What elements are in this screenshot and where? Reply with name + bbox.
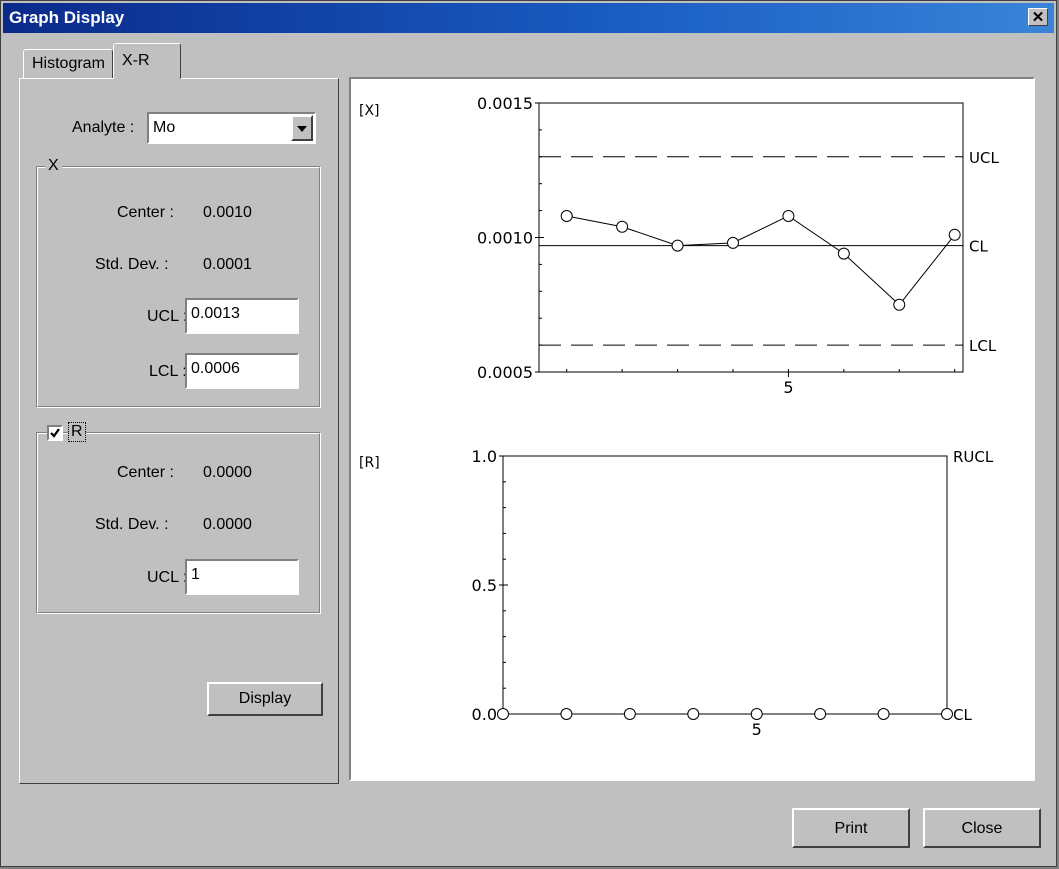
y-tick-label: 0.0010 (477, 229, 533, 248)
y-tick-label: 0.5 (472, 576, 497, 595)
data-point (687, 708, 700, 720)
data-point (837, 247, 850, 260)
graph-display-window: Graph Display ✕ Histogram X-R Analyte : … (0, 0, 1057, 867)
control-line-label: CL (969, 238, 988, 256)
chart-label: [R] (359, 455, 380, 471)
r-ucl-input[interactable]: 1 (185, 559, 299, 595)
data-point (782, 209, 795, 222)
chevron-down-icon[interactable] (291, 115, 313, 141)
y-tick-label: 0.0005 (477, 363, 533, 382)
x-tick-label: 5 (752, 720, 762, 739)
x-group-title: X (45, 157, 62, 175)
data-point (560, 708, 573, 720)
chart-panel: [X] 0.0015 0.0010 0.0005 5 UCL CL LCL [R] 1.0 0.5 0… (349, 77, 1035, 781)
y-tick-label: 1.0 (472, 447, 497, 466)
close-icon[interactable]: ✕ (1028, 8, 1048, 26)
y-tick-label: 0.0 (472, 705, 497, 724)
data-point (877, 708, 890, 720)
control-line-label: LCL (969, 337, 997, 355)
data-point (616, 220, 629, 233)
x-lcl-label: LCL : (149, 363, 187, 380)
print-button[interactable]: Print (792, 808, 910, 848)
x-stddev-label: Std. Dev. : (95, 256, 169, 273)
control-line-label: CL (953, 706, 972, 724)
data-point (814, 708, 827, 720)
r-stddev-value: 0.0000 (203, 516, 252, 533)
close-button[interactable]: Close (923, 808, 1041, 848)
plot-frame (502, 455, 948, 715)
chart-label: [X] (359, 103, 380, 119)
title-bar[interactable]: Graph Display ✕ (3, 3, 1054, 33)
data-point (726, 236, 739, 249)
r-checkbox[interactable] (47, 425, 63, 441)
r-ucl-label: UCL : (147, 569, 188, 586)
plot-frame (538, 102, 964, 373)
tab-x-r[interactable]: X-R (113, 43, 181, 79)
r-stddev-label: Std. Dev. : (95, 516, 169, 533)
x-ucl-label: UCL : (147, 308, 188, 325)
y-tick-label: 0.0015 (477, 94, 533, 113)
data-point (671, 239, 684, 252)
x-tick-label: 5 (783, 378, 793, 397)
analyte-value: Mo (153, 119, 176, 136)
control-line-label: RUCL (953, 448, 994, 466)
data-point (948, 228, 961, 241)
r-group-title[interactable]: R (68, 422, 86, 442)
r-group: R Center : 0.0000 Std. Dev. : 0.0000 UCL… (36, 422, 321, 614)
control-line-label: UCL (969, 149, 999, 167)
x-center-value: 0.0010 (203, 204, 252, 221)
x-lcl-input[interactable]: 0.0006 (185, 353, 299, 389)
analyte-select[interactable]: Mo (147, 112, 316, 144)
data-point (560, 209, 573, 222)
x-stddev-value: 0.0001 (203, 256, 252, 273)
x-group: X Center : 0.0010 Std. Dev. : 0.0001 UCL… (36, 157, 321, 408)
tab-histogram[interactable]: Histogram (23, 49, 113, 79)
data-point (750, 708, 763, 720)
display-button[interactable]: Display (207, 682, 323, 716)
checkmark-icon (50, 428, 60, 438)
analyte-label: Analyte : (72, 119, 135, 136)
charts-svg: [X] 0.0015 0.0010 0.0005 5 UCL CL LCL [R] 1.0 0.5 0… (359, 94, 999, 739)
r-center-label: Center : (117, 464, 174, 481)
data-point (497, 708, 509, 720)
x-ucl-input[interactable]: 0.0013 (185, 298, 299, 334)
window-title: Graph Display (9, 8, 125, 27)
data-point (893, 298, 906, 311)
data-point (941, 708, 953, 720)
settings-panel: Analyte : Mo X Center : 0.0010 Std. Dev.… (19, 78, 339, 784)
x-center-label: Center : (117, 204, 174, 221)
r-center-value: 0.0000 (203, 464, 252, 481)
data-point (623, 708, 636, 720)
